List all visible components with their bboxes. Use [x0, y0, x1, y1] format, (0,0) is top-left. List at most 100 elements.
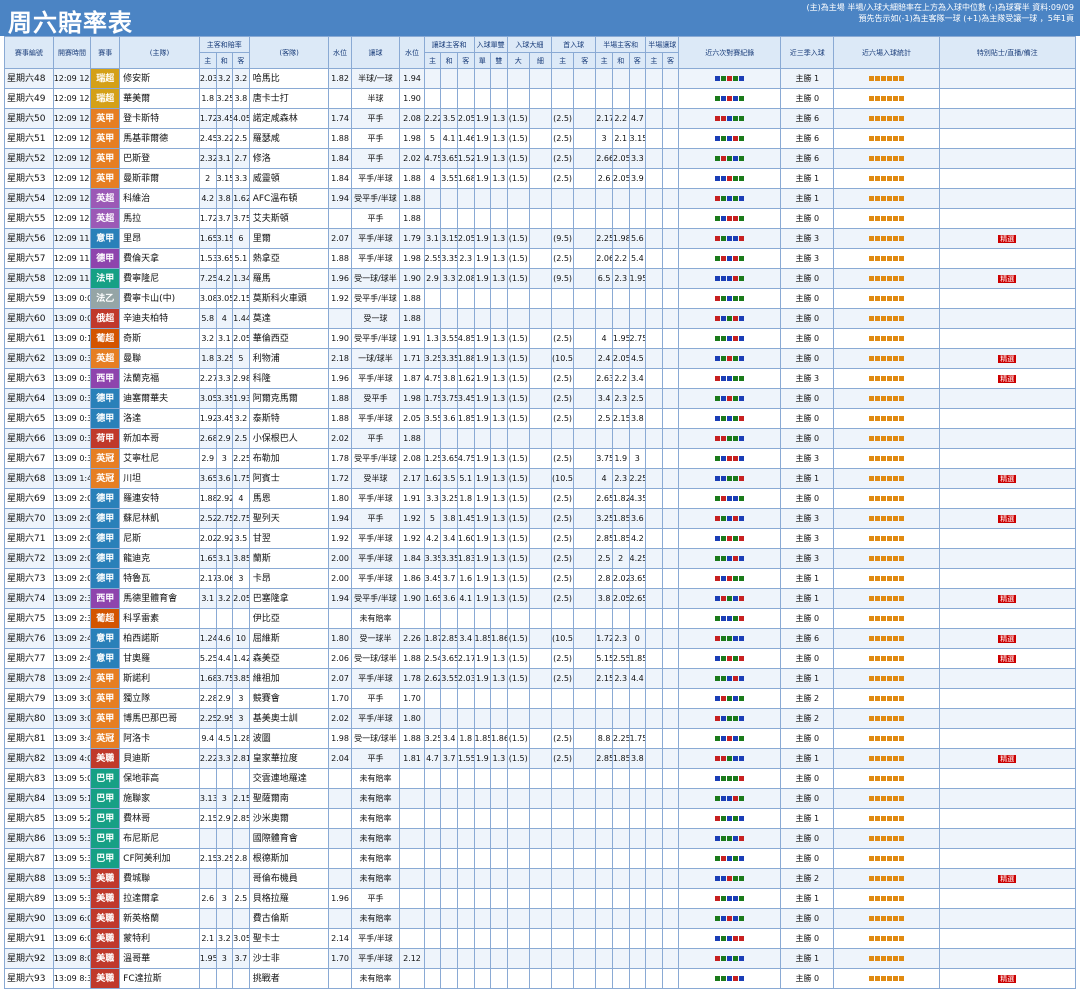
- table-row[interactable]: 星期六4812:09 12:00pm瑞超修安斯2.033.23.2哈馬比1.82…: [4, 68, 1077, 89]
- table-row[interactable]: 星期六9313:09 8:30am美職FC達拉斯挑戰者未有賠率主勝 0精選: [4, 968, 1077, 989]
- away-team[interactable]: 國際體育會: [248, 828, 330, 849]
- away-team[interactable]: 交雲連地羅達: [248, 768, 330, 789]
- away-team[interactable]: 聖卡士: [248, 928, 330, 949]
- tip-badge[interactable]: 精選: [998, 514, 1017, 523]
- home-team[interactable]: 馬拉: [119, 208, 200, 229]
- away-team[interactable]: 沙士非: [248, 948, 330, 969]
- home-team[interactable]: 蒙特利: [119, 928, 200, 949]
- home-team[interactable]: 費寧隆尼: [119, 268, 200, 289]
- away-team[interactable]: 巴塞隆拿: [248, 588, 330, 609]
- away-team[interactable]: 泰斯特: [248, 408, 330, 429]
- away-team[interactable]: 森美亞: [248, 648, 330, 669]
- home-team[interactable]: 布尼斯尼: [119, 828, 200, 849]
- table-row[interactable]: 星期六7913:09 3:00am英甲獨立隊2.282.93競賽會1.70平手1…: [4, 688, 1077, 709]
- away-team[interactable]: 哈馬比: [248, 68, 330, 89]
- away-team[interactable]: 布勒加: [248, 448, 330, 469]
- table-row[interactable]: 星期六8113:09 3:45am英冠阿洛卡9.44.51.28波圖1.98受一…: [4, 728, 1077, 749]
- home-team[interactable]: 貝迪斯: [119, 748, 200, 769]
- home-team[interactable]: 羅連安特: [119, 488, 200, 509]
- home-team[interactable]: 迪塞爾華夫: [119, 388, 200, 409]
- table-row[interactable]: 星期六8213:09 4:00am美職貝迪斯2.223.32.81皇家華拉度2.…: [4, 748, 1077, 769]
- home-team[interactable]: 尼斯: [119, 528, 200, 549]
- home-team[interactable]: 里昂: [119, 228, 200, 249]
- away-team[interactable]: 威靈頓: [248, 168, 330, 189]
- away-team[interactable]: 華倫西亞: [248, 328, 330, 349]
- home-team[interactable]: 新加本哥: [119, 428, 200, 449]
- away-team[interactable]: 競賽會: [248, 688, 330, 709]
- table-row[interactable]: 星期六9113:09 6:00am美職蒙特利2.13.23.05聖卡士2.14平…: [4, 928, 1077, 949]
- home-team[interactable]: 阿洛卡: [119, 728, 200, 749]
- home-team[interactable]: 新英格蘭: [119, 908, 200, 929]
- table-row[interactable]: 星期六6913:09 2:00am德甲羅連安特1.882.924馬恩1.80平手…: [4, 488, 1077, 509]
- table-row[interactable]: 星期六6313:09 0:30am西甲法蘭克福2.273.32.98科隆1.96…: [4, 368, 1077, 389]
- away-team[interactable]: 維祖加: [248, 668, 330, 689]
- home-team[interactable]: 辛迪夫柏特: [119, 308, 200, 329]
- away-team[interactable]: 艾夫斯頓: [248, 208, 330, 229]
- table-row[interactable]: 星期六7813:09 2:45am英甲斯諾利1.683.753.85維祖加2.0…: [4, 668, 1077, 689]
- home-team[interactable]: 奇斯: [119, 328, 200, 349]
- away-team[interactable]: 諾定咸森林: [248, 108, 330, 129]
- home-team[interactable]: 艾寧杜尼: [119, 448, 200, 469]
- table-row[interactable]: 星期六8413:09 5:15am巴甲施聯家3.1332.15聖薩爾南未有賠率主…: [4, 788, 1077, 809]
- home-team[interactable]: 斯諾利: [119, 668, 200, 689]
- away-team[interactable]: 費古倫斯: [248, 908, 330, 929]
- tip-badge[interactable]: 精選: [998, 654, 1017, 663]
- tip-badge[interactable]: 精選: [998, 274, 1017, 283]
- away-team[interactable]: 挑戰者: [248, 968, 330, 989]
- tip-badge[interactable]: 精選: [998, 874, 1017, 883]
- table-row[interactable]: 星期六5612:09 11:00pm意甲里昂1.653.156里爾2.07平手/…: [4, 228, 1077, 249]
- away-team[interactable]: 阿爾克馬爾: [248, 388, 330, 409]
- home-team[interactable]: 巴斯登: [119, 148, 200, 169]
- table-row[interactable]: 星期六6213:09 0:30am英超曼聯1.83.255利物浦2.18一球/球…: [4, 348, 1077, 369]
- tip-badge[interactable]: 精選: [998, 594, 1017, 603]
- away-team[interactable]: 蘭斯: [248, 548, 330, 569]
- table-row[interactable]: 星期六6413:09 0:30am德甲迪塞爾華夫3.053.351.93阿爾克馬…: [4, 388, 1077, 409]
- home-team[interactable]: 龍迪克: [119, 548, 200, 569]
- table-row[interactable]: 星期六5512:09 12:00pm英超馬拉1.723.73.75艾夫斯頓平手1…: [4, 208, 1077, 229]
- table-row[interactable]: 星期六5812:09 11:00pm法甲費寧隆尼7.254.21.34羅馬1.9…: [4, 268, 1077, 289]
- away-team[interactable]: 馬恩: [248, 488, 330, 509]
- away-team[interactable]: 皇家華拉度: [248, 748, 330, 769]
- away-team[interactable]: 科隆: [248, 368, 330, 389]
- home-team[interactable]: 修安斯: [119, 68, 200, 89]
- table-row[interactable]: 星期六6813:09 1:45am英冠川坦3.653.61.75阿賓士1.72受…: [4, 468, 1077, 489]
- away-team[interactable]: 羅馬: [248, 268, 330, 289]
- table-row[interactable]: 星期六5112:09 12:00pm英甲馬基菲爾德2.453.222.5羅瑟咸1…: [4, 128, 1077, 149]
- table-row[interactable]: 星期六8713:09 5:30am巴甲CF阿美利加2.153.252.8根德斯加…: [4, 848, 1077, 869]
- tip-badge[interactable]: 精選: [998, 754, 1017, 763]
- table-row[interactable]: 星期六7513:09 2:30am葡超科孚雷素伊比亞未有賠率主勝 0: [4, 608, 1077, 629]
- table-row[interactable]: 星期六6613:09 0:30am荷甲新加本哥2.682.92.5小保根巴人2.…: [4, 428, 1077, 449]
- away-team[interactable]: 唐卡士打: [248, 88, 330, 109]
- table-row[interactable]: 星期六8813:09 5:30am美職費城聯哥倫布機員未有賠率主勝 2精選: [4, 868, 1077, 889]
- home-team[interactable]: 費寧卡山(中): [119, 288, 200, 309]
- table-row[interactable]: 星期六6513:09 0:30am德甲洛達1.923.453.2泰斯特1.88平…: [4, 408, 1077, 429]
- away-team[interactable]: 沙米奧爾: [248, 808, 330, 829]
- away-team[interactable]: 聖薩爾南: [248, 788, 330, 809]
- home-team[interactable]: 溫哥華: [119, 948, 200, 969]
- tip-badge[interactable]: 精選: [998, 974, 1017, 983]
- tip-badge[interactable]: 精選: [998, 474, 1017, 483]
- away-team[interactable]: 甘翌: [248, 528, 330, 549]
- away-team[interactable]: 羅瑟咸: [248, 128, 330, 149]
- home-team[interactable]: 博馬巴那巴哥: [119, 708, 200, 729]
- home-team[interactable]: 費林哥: [119, 808, 200, 829]
- away-team[interactable]: 莫達: [248, 308, 330, 329]
- home-team[interactable]: 特魯瓦: [119, 568, 200, 589]
- home-team[interactable]: 蘇尼林凱: [119, 508, 200, 529]
- tip-badge[interactable]: 精選: [998, 374, 1017, 383]
- table-row[interactable]: 星期六7713:09 2:45am意甲甘奧羅5.254.41.42森美亞2.06…: [4, 648, 1077, 669]
- home-team[interactable]: 馬德里體育會: [119, 588, 200, 609]
- home-team[interactable]: FC達拉斯: [119, 968, 200, 989]
- table-row[interactable]: 星期六6113:09 0:15am葡超奇斯3.23.12.05華倫西亞1.90受…: [4, 328, 1077, 349]
- table-row[interactable]: 星期六8313:09 5:00am巴甲保地菲高交雲連地羅達未有賠率主勝 0: [4, 768, 1077, 789]
- home-team[interactable]: 馬基菲爾德: [119, 128, 200, 149]
- away-team[interactable]: 波圖: [248, 728, 330, 749]
- table-row[interactable]: 星期六6713:09 0:30am英冠艾寧杜尼2.932.25布勒加1.78受平…: [4, 448, 1077, 469]
- table-row[interactable]: 星期六5712:09 11:00pm德甲費倫天拿1.533.655.1熱拿亞1.…: [4, 248, 1077, 269]
- away-team[interactable]: 基美奧士訓: [248, 708, 330, 729]
- tip-badge[interactable]: 精選: [998, 354, 1017, 363]
- home-team[interactable]: 甘奧羅: [119, 648, 200, 669]
- away-team[interactable]: 伊比亞: [248, 608, 330, 629]
- table-row[interactable]: 星期六7113:09 2:00am德甲尼斯2.022.923.5甘翌1.92平手…: [4, 528, 1077, 549]
- tip-badge[interactable]: 精選: [998, 634, 1017, 643]
